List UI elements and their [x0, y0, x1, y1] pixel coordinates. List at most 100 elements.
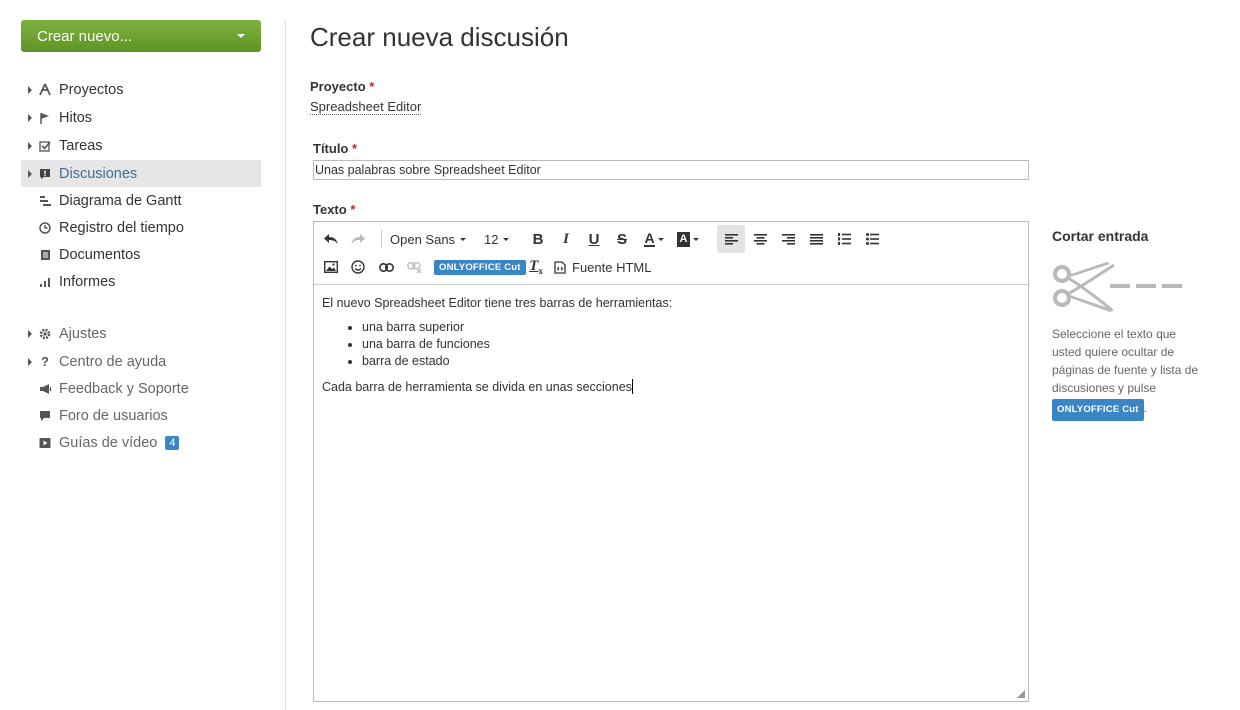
source-icon [554, 260, 566, 274]
strikethrough-button[interactable]: S [611, 228, 633, 250]
create-new-label: Crear nuevo... [37, 27, 133, 45]
justify-button[interactable] [805, 228, 827, 250]
sidebar-item-discusiones[interactable]: Discusiones [21, 160, 261, 187]
sidebar-item-guias-video[interactable]: Guías de vídeo 4 [21, 429, 261, 456]
font-family-dropdown[interactable]: Open Sans [390, 228, 467, 250]
editor-content[interactable]: El nuevo Spreadsheet Editor tiene tres b… [322, 296, 1020, 394]
video-icon [38, 436, 52, 450]
sidebar-item-informes[interactable]: Informes [21, 268, 261, 295]
sidebar-item-label: Hitos [59, 109, 93, 126]
text-color-button[interactable]: A [641, 228, 667, 250]
editor-toolbar: Open Sans 12 B I U S A A ONLYOFFICE Cut … [314, 222, 1028, 285]
sidebar-item-foro[interactable]: Foro de usuarios [21, 402, 261, 429]
expand-arrow-icon[interactable] [28, 141, 32, 150]
chevron-down-icon[interactable] [237, 34, 245, 38]
resize-handle[interactable] [1017, 690, 1025, 698]
cut-description-suffix: . [1143, 401, 1147, 415]
video-count-badge: 4 [165, 435, 180, 450]
align-right-icon [781, 233, 795, 245]
font-size-value: 12 [484, 231, 499, 247]
expand-arrow-icon[interactable] [28, 113, 32, 122]
sidebar-item-ajustes[interactable]: Ajustes [21, 320, 261, 347]
sidebar-item-registro[interactable]: Registro del tiempo [21, 214, 261, 241]
content-list: una barra superior una barra de funcione… [322, 319, 1020, 370]
sidebar-item-centro-ayuda[interactable]: ? Centro de ayuda [21, 348, 261, 375]
cut-panel-description: Seleccione el texto que usted quiere ocu… [1052, 325, 1202, 421]
cut-panel-title: Cortar entrada [1052, 228, 1149, 244]
chevron-down-icon [460, 237, 467, 241]
project-label-text: Proyecto [310, 79, 366, 94]
italic-icon: I [563, 230, 569, 247]
insert-link-button[interactable] [375, 256, 397, 278]
document-icon [38, 248, 52, 262]
expand-arrow-icon[interactable] [28, 329, 32, 338]
text-label: Texto * [313, 202, 355, 217]
megaphone-icon [38, 382, 52, 396]
sidebar-item-label: Diagrama de Gantt [59, 192, 182, 209]
unlink-icon [406, 261, 421, 273]
sidebar-item-label: Feedback y Soporte [59, 380, 189, 397]
italic-button[interactable]: I [555, 228, 577, 250]
expand-arrow-icon[interactable] [28, 357, 32, 366]
chevron-down-icon [693, 237, 700, 241]
chart-icon [38, 275, 52, 289]
page-title: Crear nueva discusión [310, 22, 569, 52]
numbered-list-button[interactable] [833, 228, 855, 250]
content-outro: Cada barra de herramienta se divida en u… [322, 380, 632, 394]
text-color-icon: A [644, 229, 655, 247]
project-selector-link[interactable]: Spreadsheet Editor [310, 99, 422, 115]
background-color-button[interactable]: A [675, 228, 701, 250]
align-left-button[interactable] [717, 225, 745, 253]
sidebar-item-documentos[interactable]: Documentos [21, 241, 261, 268]
bullet-list-button[interactable] [861, 228, 883, 250]
sidebar-item-hitos[interactable]: Hitos [21, 104, 261, 131]
list-item: barra de estado [362, 353, 1020, 370]
sidebar-item-label: Registro del tiempo [59, 219, 184, 236]
justify-icon [809, 233, 823, 245]
html-source-button[interactable]: Fuente HTML [554, 256, 651, 278]
rich-text-editor: Open Sans 12 B I U S A A ONLYOFFICE Cut … [313, 221, 1029, 702]
underline-button[interactable]: U [583, 228, 605, 250]
sidebar-item-proyectos[interactable]: Proyectos [21, 76, 261, 103]
undo-icon [324, 234, 338, 244]
title-input[interactable] [313, 160, 1029, 180]
text-label-text: Texto [313, 202, 347, 217]
align-center-button[interactable] [749, 228, 771, 250]
sidebar-item-label: Centro de ayuda [59, 353, 167, 370]
sidebar-item-gantt[interactable]: Diagrama de Gantt [21, 187, 261, 214]
smiley-icon [351, 260, 365, 274]
font-size-dropdown[interactable]: 12 [484, 228, 510, 250]
bold-button[interactable]: B [527, 228, 549, 250]
gantt-icon [38, 194, 52, 208]
align-right-button[interactable] [777, 228, 799, 250]
emoji-button[interactable] [347, 256, 369, 278]
toolbar-separator [381, 230, 382, 248]
numbered-list-icon [837, 233, 851, 245]
flag-icon [38, 111, 52, 125]
checkbox-icon [38, 139, 52, 153]
unlink-button[interactable] [403, 256, 425, 278]
scissors-icon [1052, 262, 1184, 317]
sidebar-item-label: Ajustes [59, 325, 107, 342]
underline-icon: U [588, 230, 600, 248]
project-label: Proyecto * [310, 79, 374, 94]
link-icon [378, 262, 394, 272]
chevron-down-icon [657, 237, 664, 241]
onlyoffice-cut-button[interactable]: ONLYOFFICE Cut [434, 256, 526, 278]
image-icon [324, 261, 338, 273]
sidebar-item-tareas[interactable]: Tareas [21, 132, 261, 159]
create-new-button[interactable]: Crear nuevo... [21, 20, 261, 52]
undo-button[interactable] [320, 228, 342, 250]
content-outro-wrap: Cada barra de herramienta se divida en u… [322, 379, 1020, 394]
sidebar-item-label: Foro de usuarios [59, 407, 168, 424]
redo-button[interactable] [347, 228, 369, 250]
expand-arrow-icon[interactable] [28, 85, 32, 94]
required-mark: * [350, 202, 356, 217]
insert-image-button[interactable] [320, 256, 342, 278]
title-label: Título * [313, 141, 357, 156]
sidebar-item-feedback[interactable]: Feedback y Soporte [21, 375, 261, 402]
expand-arrow-icon[interactable] [28, 169, 32, 178]
clock-icon [38, 221, 52, 235]
clear-formatting-button[interactable]: Tx [525, 256, 547, 278]
cut-description-text: Seleccione el texto que usted quiere ocu… [1052, 327, 1199, 395]
